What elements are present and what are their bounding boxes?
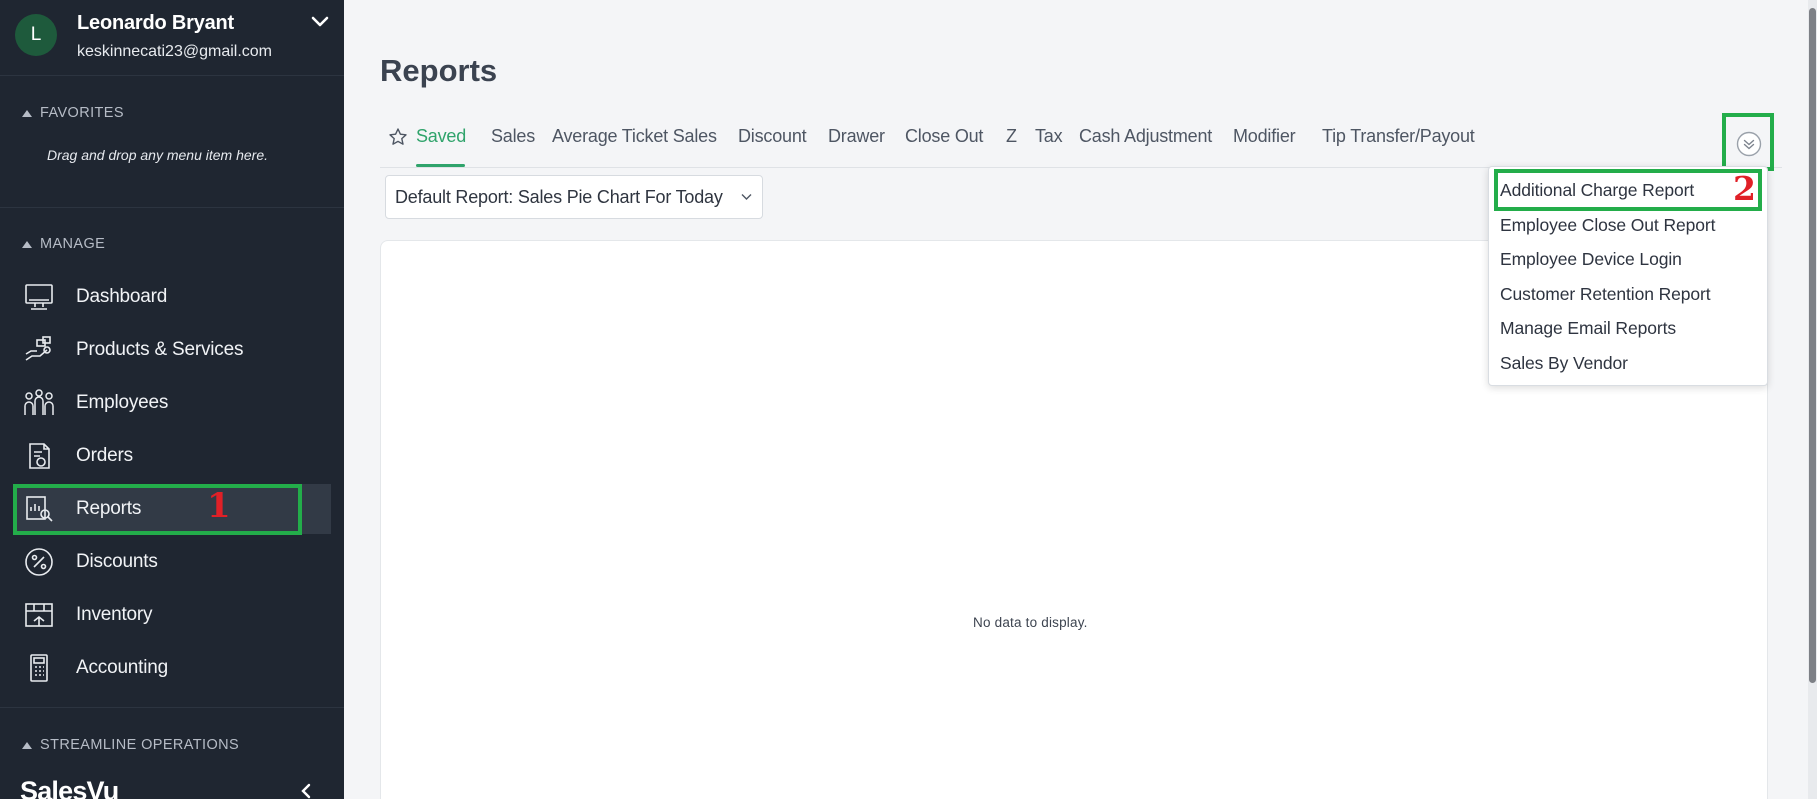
streamline-header[interactable]: STREAMLINE OPERATIONS [22,737,239,753]
tab-saved[interactable]: Saved [416,126,466,147]
double-chevron-down-icon[interactable] [1736,131,1762,157]
orders-icon [29,443,50,469]
favorites-hint: Drag and drop any menu item here. [47,147,269,163]
percent-icon [25,548,53,576]
tab-drawer[interactable]: Drawer [828,126,885,147]
empty-state-text: No data to display. [973,615,1088,630]
tab-average-ticket-sales[interactable]: Average Ticket Sales [552,126,717,147]
sidebar-item-label: Products & Services [76,339,244,360]
tab-sales[interactable]: Sales [491,126,535,147]
employees-icon [24,389,54,415]
menu-item-employee-close-out-report[interactable]: Employee Close Out Report [1500,215,1715,236]
menu-item-additional-charge-report[interactable]: Additional Charge Report [1500,180,1694,201]
sidebar-item-label: Employees [76,392,169,413]
tab-tip-transfer-payout[interactable]: Tip Transfer/Payout [1322,126,1475,147]
caret-up-icon [22,742,32,749]
sidebar-item-accounting[interactable]: Accounting [14,643,331,693]
product-box-icon [25,336,51,361]
sidebar-item-label: Dashboard [76,286,168,307]
sidebar-item-dashboard[interactable]: Dashboard [14,272,331,322]
tab-modifier[interactable]: Modifier [1233,126,1296,147]
inventory-icon [25,603,53,627]
menu-item-employee-device-login[interactable]: Employee Device Login [1500,249,1682,270]
report-tabs: Saved Sales Average Ticket Sales Discoun… [380,120,1782,168]
user-email: keskinnecati23@gmail.com [77,43,272,60]
main-content: Reports Saved Sales Average Ticket Sales… [344,0,1817,799]
chevron-down-icon[interactable] [308,10,332,34]
caret-up-icon [22,110,32,117]
sidebar-divider [0,207,344,208]
sidebar-item-label: Accounting [76,657,169,678]
sidebar-item-inventory[interactable]: Inventory [14,590,331,640]
menu-item-manage-email-reports[interactable]: Manage Email Reports [1500,318,1676,339]
tab-cash-adjustment[interactable]: Cash Adjustment [1079,126,1212,147]
menu-item-customer-retention-report[interactable]: Customer Retention Report [1500,284,1711,305]
step-annotation-1: 1 [207,486,231,526]
step-annotation-2: 2 [1733,169,1756,208]
default-report-select[interactable]: Default Report: Sales Pie Chart For Toda… [385,175,763,219]
scrollbar-thumb[interactable] [1809,8,1816,683]
favorites-header[interactable]: FAVORITES [22,105,124,121]
page-scrollbar[interactable] [1808,0,1817,799]
tab-discount[interactable]: Discount [738,126,807,147]
favorites-header-label: FAVORITES [40,105,124,121]
collapse-sidebar-icon[interactable] [298,782,314,799]
sidebar-item-label: Inventory [76,604,153,625]
reports-highlight [13,484,302,535]
active-tab-underline [416,164,465,167]
tab-z[interactable]: Z [1006,126,1017,147]
sidebar-item-orders[interactable]: Orders [14,431,331,481]
user-profile[interactable]: L Leonardo Bryant keskinnecati23@gmail.c… [0,0,344,76]
sidebar: L Leonardo Bryant keskinnecati23@gmail.c… [0,0,344,799]
sidebar-item-discounts[interactable]: Discounts [14,537,331,587]
star-icon[interactable] [388,127,408,147]
calculator-icon [30,654,48,682]
sidebar-item-label: Orders [76,445,133,466]
caret-up-icon [22,241,32,248]
tab-close-out[interactable]: Close Out [905,126,983,147]
more-reports-menu: Additional Charge Report Employee Close … [1488,166,1768,386]
tab-tax[interactable]: Tax [1035,126,1063,147]
streamline-header-label: STREAMLINE OPERATIONS [40,737,240,753]
menu-item-sales-by-vendor[interactable]: Sales By Vendor [1500,353,1628,374]
sidebar-divider [0,707,344,708]
page-title: Reports [380,53,498,88]
manage-header[interactable]: MANAGE [22,236,105,252]
brand-logo: SalesVu [20,776,119,799]
avatar: L [15,14,57,56]
default-report-label: Default Report: Sales Pie Chart For Toda… [395,186,723,207]
chevron-down-icon [741,194,752,200]
monitor-icon [25,284,53,310]
more-tabs-highlight [1722,113,1774,171]
sidebar-item-label: Discounts [76,551,158,572]
user-name: Leonardo Bryant [77,12,235,34]
sidebar-item-employees[interactable]: Employees [14,378,331,428]
manage-header-label: MANAGE [40,236,106,252]
sidebar-item-products[interactable]: Products & Services [14,325,331,375]
